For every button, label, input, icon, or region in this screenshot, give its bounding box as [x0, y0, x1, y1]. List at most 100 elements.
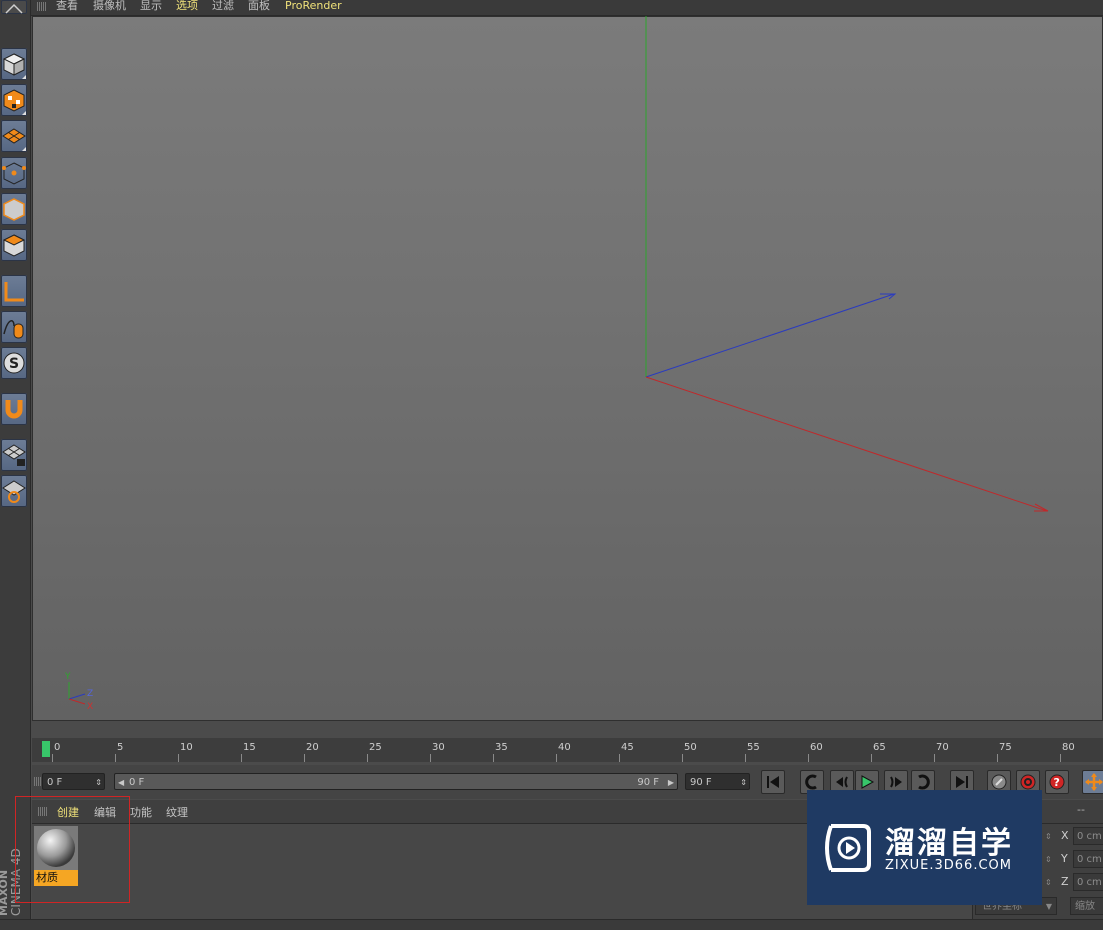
menu-texture[interactable]: 纹理: [166, 804, 188, 820]
edges-mode-button[interactable]: [1, 193, 27, 225]
cube-icon: [2, 53, 26, 76]
spinner-icon[interactable]: ⇕: [1045, 855, 1052, 864]
spinner-icon[interactable]: ⇕: [1045, 878, 1052, 887]
move-tool-button[interactable]: [1082, 770, 1103, 794]
keyframe-selection-button[interactable]: ?: [1045, 770, 1069, 794]
grid-lock-icon: [2, 444, 26, 466]
material-sphere-icon: [34, 826, 78, 870]
panel-grip-icon[interactable]: [37, 2, 47, 11]
prev-key-icon: [805, 774, 817, 790]
tick-label: 65: [873, 742, 886, 753]
menu-filter[interactable]: 过滤: [212, 0, 234, 13]
gizmo-y-label: Y: [64, 672, 71, 682]
plane-grid-icon: [2, 128, 26, 144]
question-icon: ?: [1049, 774, 1065, 790]
workplane-button[interactable]: [1, 475, 27, 507]
tick-mark: [619, 754, 620, 762]
spinner-icon[interactable]: ⇕: [1045, 832, 1052, 841]
scale-mode-value: 缩放: [1075, 901, 1095, 912]
tick-label: 55: [747, 742, 760, 753]
tick-label: 20: [306, 742, 319, 753]
magnet-button[interactable]: [1, 393, 27, 425]
cube-button[interactable]: [1, 48, 27, 80]
coord-y-field[interactable]: 0 cm: [1073, 850, 1103, 868]
record-icon: [1020, 774, 1036, 790]
tick-mark: [304, 754, 305, 762]
play-icon: [861, 775, 875, 789]
panel-grip-icon[interactable]: [38, 807, 48, 816]
tick-mark: [808, 754, 809, 762]
tick-mark: [367, 754, 368, 762]
axis-button[interactable]: [1, 275, 27, 307]
svg-text:?: ?: [1054, 776, 1060, 789]
grid-lock-button[interactable]: [1, 439, 27, 471]
undo-tool-button[interactable]: [1, 0, 27, 14]
cinema4d-logo-text: CINEMA 4D: [9, 848, 23, 916]
chevron-down-icon: ▼: [1045, 902, 1052, 911]
watermark-overlay: 溜溜自学 ZIXUE.3D66.COM: [807, 790, 1042, 905]
next-key-icon: [918, 774, 930, 790]
tick-label: 5: [117, 742, 124, 753]
points-mode-button[interactable]: [1, 157, 27, 189]
tick-mark: [745, 754, 746, 762]
go-to-start-button[interactable]: [761, 770, 785, 794]
coord-x-field[interactable]: 0 cm: [1073, 827, 1103, 845]
tick-mark: [178, 754, 179, 762]
snap-button[interactable]: S: [1, 347, 27, 379]
menu-panel[interactable]: 面板: [248, 0, 270, 13]
coordinates-header-dash: --: [1077, 803, 1085, 816]
plane-grid-button[interactable]: [1, 120, 27, 152]
menu-options[interactable]: 选项: [176, 0, 198, 13]
3d-viewport[interactable]: Y Z X: [32, 16, 1103, 721]
gizmo-z-label: Z: [87, 689, 93, 699]
coord-z-field[interactable]: 0 cm: [1073, 873, 1103, 891]
scale-mode-dropdown[interactable]: 缩放: [1070, 897, 1103, 915]
coord-x-label: X: [1061, 829, 1069, 842]
timeline-ruler[interactable]: 0 5 10 15 20 25 30 35 40 45 50 55 60 65 70 75 80: [32, 738, 1103, 762]
checker-cube-button[interactable]: [1, 84, 27, 116]
prev-frame-icon: [836, 776, 848, 788]
tick-label: 30: [432, 742, 445, 753]
gizmo-x-line: [68, 698, 86, 705]
spinner-icon[interactable]: ⇕: [95, 774, 102, 791]
current-frame-value: 0 F: [47, 777, 63, 788]
menu-view[interactable]: 查看: [56, 0, 78, 13]
tick-mark: [934, 754, 935, 762]
range-left-arrow-icon[interactable]: ◀: [118, 774, 124, 791]
move-arrows-icon: [1085, 773, 1103, 791]
menu-display[interactable]: 显示: [140, 0, 162, 13]
tick-label: 80: [1062, 742, 1075, 753]
end-frame-field[interactable]: 90 F ⇕: [685, 773, 750, 790]
tick-mark: [493, 754, 494, 762]
tick-label: 40: [558, 742, 571, 753]
watermark-url: ZIXUE.3D66.COM: [885, 858, 1012, 873]
tick-mark: [871, 754, 872, 762]
tick-label: 10: [180, 742, 193, 753]
menu-function[interactable]: 功能: [130, 804, 152, 820]
tick-mark: [556, 754, 557, 762]
tick-label: 15: [243, 742, 256, 753]
range-right-arrow-icon[interactable]: ▶: [668, 774, 674, 791]
current-frame-field[interactable]: 0 F ⇕: [42, 773, 105, 790]
menu-edit[interactable]: 编辑: [94, 804, 116, 820]
menu-camera[interactable]: 摄像机: [93, 0, 126, 13]
spinner-icon[interactable]: ⇕: [740, 774, 747, 791]
material-name-label[interactable]: 材质: [34, 870, 78, 886]
faces-mode-button[interactable]: [1, 229, 27, 261]
status-strip: [0, 919, 1103, 930]
tick-mark: [52, 754, 53, 762]
frame-range-slider[interactable]: ◀ 0 F 90 F ▶: [114, 773, 678, 790]
tick-label: 50: [684, 742, 697, 753]
edges-cube-icon: [3, 198, 25, 221]
menu-create[interactable]: 创建: [57, 804, 79, 820]
tick-label: 75: [999, 742, 1012, 753]
tick-label: 45: [621, 742, 634, 753]
skip-start-icon: [767, 776, 779, 788]
gizmo-x-label: X: [87, 702, 93, 712]
next-frame-icon: [890, 776, 902, 788]
material-thumbnail[interactable]: 材质: [34, 826, 78, 886]
menu-prorender[interactable]: ProRender: [285, 0, 342, 13]
key-icon: [991, 774, 1007, 790]
coord-y-label: Y: [1061, 852, 1068, 865]
tweak-button[interactable]: [1, 311, 27, 343]
